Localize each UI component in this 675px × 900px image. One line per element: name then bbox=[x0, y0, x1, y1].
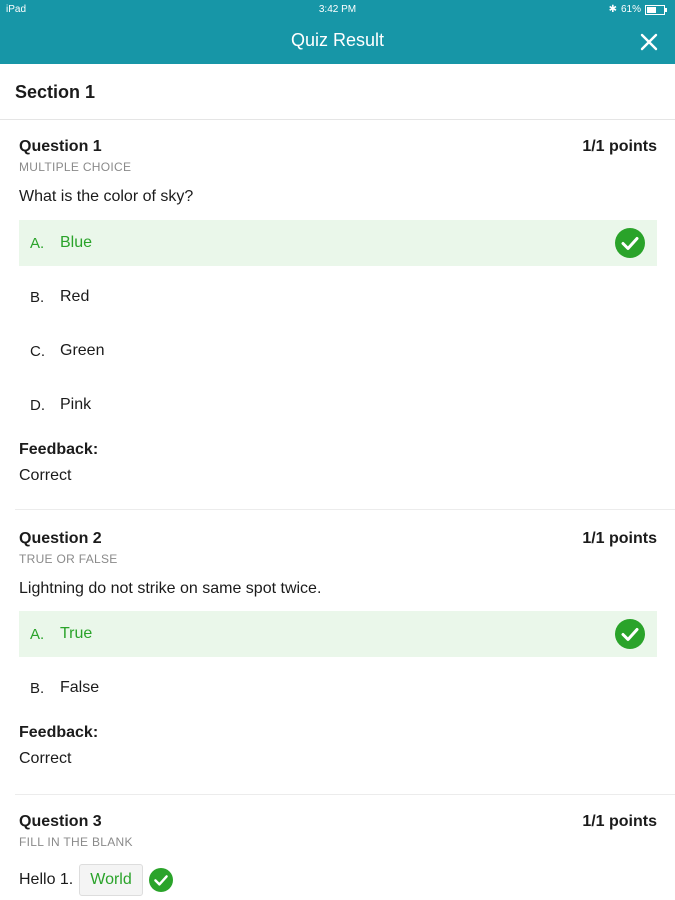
question-title: Question 2 bbox=[19, 530, 102, 547]
check-circle-icon bbox=[148, 868, 173, 892]
close-button[interactable] bbox=[635, 28, 663, 56]
feedback-label: Feedback: bbox=[19, 441, 99, 458]
option-label: True bbox=[60, 625, 93, 642]
options-list: A. Blue B. Red C. Green D. Pink bbox=[19, 220, 657, 428]
question-text: Lightning do not strike on same spot twi… bbox=[19, 580, 322, 597]
status-right: ✱ 61% bbox=[608, 4, 667, 15]
section-title: Section 1 bbox=[15, 82, 96, 102]
option-letter: D. bbox=[30, 396, 45, 414]
feedback-text: Correct bbox=[19, 750, 72, 767]
check-circle-icon bbox=[615, 228, 645, 258]
question-card: Question 2 1/1 points TRUE OR FALSE Ligh… bbox=[19, 530, 657, 598]
option-letter: B. bbox=[30, 679, 45, 697]
divider bbox=[15, 509, 675, 510]
question-points: 1/1 points bbox=[582, 813, 657, 830]
status-time: 3:42 PM bbox=[318, 4, 357, 15]
option-label: Pink bbox=[60, 396, 92, 413]
option-letter: A. bbox=[30, 234, 45, 252]
option-letter: A. bbox=[30, 625, 45, 643]
option-label: False bbox=[60, 679, 100, 696]
blank-prefix: Hello 1. bbox=[19, 871, 74, 888]
question-text: What is the color of sky? bbox=[19, 188, 194, 205]
close-icon bbox=[640, 33, 658, 51]
status-bar: iPad 3:42 PM ✱ 61% bbox=[0, 0, 675, 22]
option-d[interactable]: D. Pink bbox=[19, 382, 657, 428]
section-header: Section 1 bbox=[0, 64, 675, 120]
battery-icon bbox=[645, 4, 667, 15]
question-card: Question 3 1/1 points FILL IN THE BLANK bbox=[19, 813, 657, 849]
feedback-label: Feedback: bbox=[19, 724, 99, 741]
feedback-block: Feedback: Correct bbox=[19, 441, 657, 485]
app-header: iPad 3:42 PM ✱ 61% Quiz Result bbox=[0, 0, 675, 64]
question-points: 1/1 points bbox=[582, 530, 657, 547]
option-label: Green bbox=[60, 342, 105, 359]
question-points: 1/1 points bbox=[582, 138, 657, 155]
option-label: Blue bbox=[60, 234, 93, 251]
feedback-text: Correct bbox=[19, 467, 72, 484]
question-type: MULTIPLE CHOICE bbox=[19, 160, 132, 174]
question-type: TRUE OR FALSE bbox=[19, 552, 118, 566]
battery-percent: 61% bbox=[620, 4, 641, 15]
divider bbox=[15, 794, 675, 795]
question-title: Question 1 bbox=[19, 138, 102, 155]
option-a[interactable]: A. True bbox=[19, 611, 657, 657]
option-letter: C. bbox=[30, 342, 45, 360]
feedback-block: Feedback: Correct bbox=[19, 724, 657, 768]
option-c[interactable]: C. Green bbox=[19, 328, 657, 374]
question-type: FILL IN THE BLANK bbox=[19, 835, 133, 849]
bluetooth-icon: ✱ bbox=[608, 4, 617, 15]
option-a[interactable]: A. Blue bbox=[19, 220, 657, 266]
option-letter: B. bbox=[30, 288, 45, 306]
options-list: A. True B. False bbox=[19, 611, 657, 711]
blank-answer-field[interactable]: World bbox=[79, 864, 143, 896]
question-card: Question 1 1/1 points MULTIPLE CHOICE Wh… bbox=[19, 138, 657, 206]
option-b[interactable]: B. False bbox=[19, 665, 657, 711]
question-title: Question 3 bbox=[19, 813, 102, 830]
fill-blank-row: Hello 1. World bbox=[19, 864, 173, 896]
option-b[interactable]: B. Red bbox=[19, 274, 657, 320]
check-circle-icon bbox=[615, 619, 645, 649]
option-label: Red bbox=[60, 288, 90, 305]
page-title: Quiz Result bbox=[290, 30, 385, 50]
